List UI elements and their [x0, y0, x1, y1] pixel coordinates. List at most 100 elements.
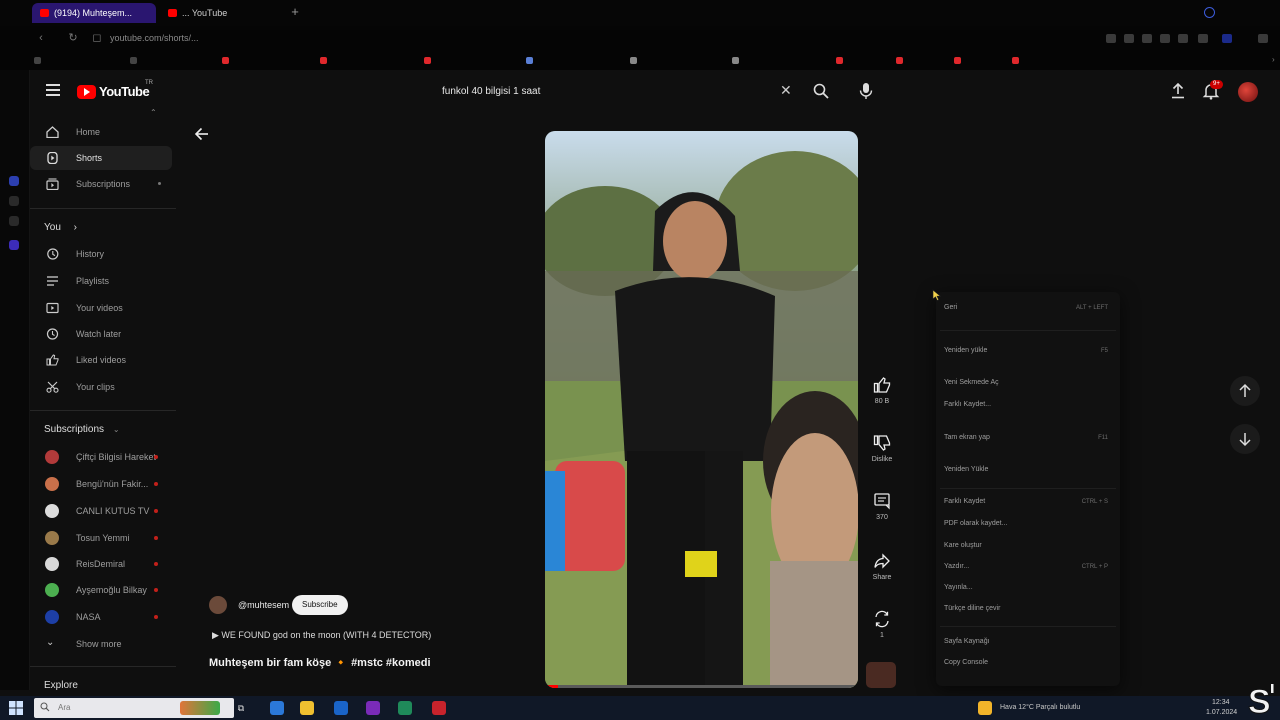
extension-icon[interactable]	[1178, 34, 1188, 43]
previous-short-button[interactable]	[1230, 376, 1260, 406]
context-menu-item[interactable]: Tam ekran yap F11	[944, 431, 1112, 447]
subscription-channel[interactable]: Ayşemoğlu Bilkay	[30, 578, 172, 602]
subscription-channel[interactable]: Çiftçi Bilgisi Hareket	[30, 445, 172, 469]
browser-tab-strip: (9194) Muhteşem... ... YouTube +	[0, 0, 1280, 26]
account-avatar[interactable]	[1238, 82, 1258, 102]
side-panel-app-icon[interactable]	[9, 176, 19, 186]
clock-date[interactable]: 1.07.2024	[1206, 708, 1237, 717]
context-menu-item[interactable]: Yeniden Yükle	[944, 463, 1112, 479]
guide-item-playlists[interactable]: Playlists	[30, 269, 172, 293]
browser-tab[interactable]: ... YouTube	[160, 3, 284, 23]
reload-icon[interactable]: ↻	[66, 31, 80, 45]
context-menu-item[interactable]: Farklı Kaydet CTRL + S	[944, 495, 1112, 511]
context-menu-item[interactable]: Yazdır... CTRL + P	[944, 560, 1112, 576]
browser-profile-icon[interactable]	[1204, 7, 1215, 18]
guide-item-history[interactable]: History	[30, 242, 172, 266]
browser-side-panel	[0, 70, 30, 690]
subscription-channel[interactable]: NASA	[30, 605, 172, 629]
taskbar-app-icon[interactable]	[398, 701, 412, 715]
browser-menu-icon[interactable]	[1258, 34, 1268, 43]
subscriptions-icon	[46, 178, 59, 190]
show-more-button[interactable]: ⌄ Show more	[30, 632, 172, 656]
taskbar-app-icon[interactable]	[270, 701, 284, 715]
guide-divider	[30, 410, 176, 411]
new-tab-button[interactable]: +	[288, 5, 302, 19]
music-link[interactable]: ▶ WE FOUND god on the moon (WITH 4 DETEC…	[212, 630, 431, 641]
extension-icon[interactable]	[1142, 34, 1152, 43]
sound-channel-thumbnail[interactable]	[866, 662, 896, 688]
address-bar-row: ‹ ↻ ◻ youtube.com/shorts/...	[0, 26, 1280, 50]
video-progress-bar[interactable]	[545, 685, 858, 688]
guide-item-subscriptions[interactable]: Subscriptions	[30, 172, 172, 196]
guide-item-watch-later[interactable]: Watch later	[30, 322, 172, 346]
context-menu-item[interactable]: Yeniden yükle F5	[944, 344, 1112, 360]
youtube-play-icon	[77, 85, 96, 99]
url-field[interactable]: youtube.com/shorts/...	[110, 31, 199, 45]
extension-icon[interactable]	[1124, 34, 1134, 43]
like-button[interactable]: 80 B	[866, 376, 898, 406]
microphone-icon[interactable]	[858, 82, 874, 100]
guide-item-your-clips[interactable]: Your clips	[30, 375, 172, 399]
context-menu-item[interactable]: Copy Console	[944, 656, 1112, 672]
subscription-channel[interactable]: Bengü'nün Fakir...	[30, 472, 172, 496]
side-panel-app-icon[interactable]	[9, 196, 19, 206]
channel-handle[interactable]: @muhtesem	[238, 600, 289, 610]
channel-avatar	[45, 557, 59, 571]
arrow-down-icon	[1239, 433, 1251, 447]
extension-icon[interactable]	[1222, 34, 1232, 43]
side-panel-app-icon[interactable]	[9, 240, 19, 250]
remix-button[interactable]: 1	[866, 610, 898, 640]
context-menu-item[interactable]: Geri ALT + LEFT	[944, 301, 1112, 317]
comments-button[interactable]: 370	[866, 492, 898, 522]
notification-count-badge: 9+	[1210, 80, 1223, 89]
dislike-button[interactable]: Dislike	[866, 434, 898, 464]
hamburger-menu-icon[interactable]	[46, 84, 60, 96]
browser-taskbar-icon[interactable]	[432, 701, 446, 715]
context-menu-item[interactable]: PDF olarak kaydet...	[944, 517, 1112, 533]
search-input[interactable]	[442, 81, 762, 101]
upload-icon[interactable]	[1170, 82, 1186, 100]
taskbar-app-icon[interactable]	[334, 701, 348, 715]
weather-icon[interactable]	[978, 701, 992, 715]
extension-icon[interactable]	[1106, 34, 1116, 43]
windows-start-icon[interactable]	[9, 701, 23, 715]
back-icon[interactable]: ‹	[34, 31, 48, 45]
guide-divider	[30, 666, 176, 667]
task-view-icon[interactable]: ⧉	[234, 701, 248, 715]
clear-search-icon[interactable]: ✕	[780, 81, 792, 99]
subscribe-button[interactable]: Subscribe	[292, 595, 348, 615]
share-button[interactable]: Share	[866, 552, 898, 582]
file-explorer-icon[interactable]	[300, 701, 314, 715]
guide-item-your-videos[interactable]: Your videos	[30, 296, 172, 320]
context-menu-item[interactable]: Farklı Kaydet...	[944, 398, 1112, 414]
clock-time[interactable]: 12:34	[1212, 698, 1230, 707]
site-info-icon[interactable]: ◻	[90, 31, 104, 45]
guide-item-shorts[interactable]: Shorts	[30, 146, 172, 170]
channel-avatar[interactable]	[209, 596, 227, 614]
context-menu-item[interactable]: Yayınla...	[944, 581, 1112, 597]
side-panel-app-icon[interactable]	[9, 216, 19, 226]
context-menu-item[interactable]: Sayfa Kaynağı	[944, 635, 1112, 651]
guide-section-subscriptions[interactable]: Subscriptions ⌄	[44, 424, 120, 436]
guide-section-you[interactable]: You ›	[44, 222, 77, 234]
subscription-channel[interactable]: CANLI KUTUS TV	[30, 499, 172, 523]
taskbar-app-icon[interactable]	[366, 701, 380, 715]
context-menu-item[interactable]: Yeni Sekmede Aç	[944, 376, 1112, 392]
search-icon[interactable]	[812, 82, 830, 100]
back-arrow-icon[interactable]	[194, 126, 210, 142]
browser-tab-active[interactable]: (9194) Muhteşem...	[32, 3, 156, 23]
guide-item-home[interactable]: Home	[30, 120, 172, 144]
context-menu-item[interactable]: Kare oluştur	[944, 539, 1112, 555]
extension-icon[interactable]	[1198, 34, 1208, 43]
subscription-channel[interactable]: Tosun Yemmi	[30, 526, 172, 550]
shorts-video-player[interactable]	[545, 131, 858, 688]
bookmarks-overflow-icon[interactable]: ›	[1262, 54, 1275, 66]
extension-icon[interactable]	[1160, 34, 1170, 43]
collapse-chevron-icon[interactable]: ⌃	[150, 108, 157, 117]
next-short-button[interactable]	[1230, 424, 1260, 454]
subscription-channel[interactable]: ReisDemiral	[30, 552, 172, 576]
guide-item-liked-videos[interactable]: Liked videos	[30, 348, 172, 372]
weather-text[interactable]: Hava 12°C Parçalı bulutlu	[1000, 702, 1080, 714]
context-menu-item[interactable]: Türkçe diline çevir	[944, 602, 1112, 618]
taskbar-widget-icon[interactable]	[180, 701, 220, 715]
